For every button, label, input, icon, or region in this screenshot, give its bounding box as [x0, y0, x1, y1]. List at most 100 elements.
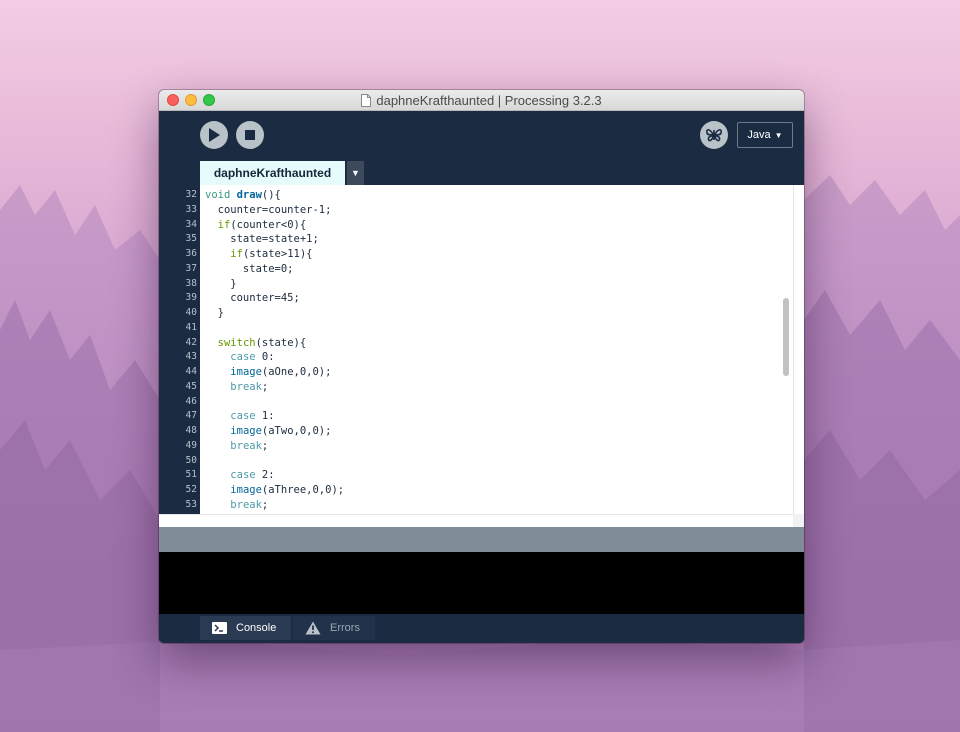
- debug-button[interactable]: [700, 121, 728, 149]
- tab-console[interactable]: Console: [200, 616, 291, 640]
- code-token: (aOne,0,0);: [261, 366, 332, 378]
- line-number-gutter: 32 33 34 35 36 37 38 39 40 41 42 43 44 45 46 47 48 49 50 51…: [159, 185, 200, 514]
- code-token: ;: [261, 439, 269, 452]
- line-number: 36: [185, 248, 197, 259]
- line-number: 51: [185, 469, 197, 481]
- editor-console-divider[interactable]: [159, 527, 804, 552]
- tab-menu-button[interactable]: ▼: [347, 161, 364, 185]
- line-number: 44: [185, 366, 197, 377]
- code-line: state=0;: [200, 262, 793, 277]
- code-line: }: [200, 306, 793, 321]
- code-text-area[interactable]: void draw(){ counter=counter-1; if(count…: [200, 185, 793, 514]
- code-line: }: [200, 277, 793, 292]
- line-number: 52: [185, 484, 197, 495]
- code-line: void draw(){: [200, 188, 793, 203]
- line-number: 40: [185, 307, 197, 318]
- code-token: (counter<0){: [230, 218, 307, 231]
- line-number: 35: [185, 233, 197, 245]
- line-number: 46: [185, 395, 197, 407]
- code-token: image: [230, 484, 262, 496]
- line-number: 48: [185, 425, 197, 436]
- code-line: case 0:: [200, 350, 793, 365]
- vertical-scrollbar-thumb[interactable]: [783, 298, 789, 376]
- processing-window: daphneKrafthaunted | Processing 3.2.3 Ja…: [159, 90, 804, 643]
- butterfly-icon: [706, 128, 722, 142]
- code-token: }: [205, 307, 224, 319]
- stop-icon: [245, 130, 255, 140]
- code-line: image(aOne,0,0);: [200, 365, 793, 380]
- code-line: image(aTwo,0,0);: [200, 424, 793, 439]
- run-button[interactable]: [200, 121, 228, 149]
- code-token: switch: [217, 336, 256, 349]
- tab-daphnekrafthaunted[interactable]: daphneKrafthaunted: [200, 161, 345, 185]
- tab-errors[interactable]: Errors: [293, 616, 375, 640]
- code-token: case: [230, 351, 256, 364]
- chevron-down-icon: ▼: [351, 168, 360, 178]
- code-line: switch(state){: [200, 336, 793, 351]
- mode-selector[interactable]: Java ▼: [737, 122, 793, 148]
- footer-tab-bar: Console Errors: [159, 614, 804, 643]
- line-number: 53: [185, 498, 197, 510]
- line-number: 38: [185, 277, 197, 289]
- code-line: counter=counter-1;: [200, 203, 793, 218]
- code-token: counter=counter-1;: [205, 203, 332, 216]
- code-line: state=state+1;: [200, 232, 793, 247]
- code-token: break: [230, 498, 262, 511]
- window-title: daphneKrafthaunted | Processing 3.2.3: [376, 93, 602, 108]
- horizontal-scrollbar[interactable]: [159, 514, 793, 527]
- code-line: if(state>11){: [200, 247, 793, 262]
- errors-tab-label: Errors: [330, 622, 360, 634]
- code-token: ;: [261, 498, 269, 511]
- line-number: 45: [185, 380, 197, 392]
- toolbar: Java ▼: [159, 111, 804, 161]
- title-bar[interactable]: daphneKrafthaunted | Processing 3.2.3: [159, 90, 804, 111]
- vertical-scrollbar[interactable]: [793, 185, 804, 514]
- code-line: counter=45;: [200, 291, 793, 306]
- document-icon: [361, 94, 372, 107]
- code-token: state=state+1;: [205, 233, 319, 246]
- code-token: (){: [261, 189, 281, 201]
- line-number: 39: [185, 292, 197, 304]
- console-tab-label: Console: [236, 622, 277, 634]
- code-line: break;: [200, 439, 793, 454]
- console-output[interactable]: [159, 552, 804, 614]
- line-number: 43: [185, 351, 197, 363]
- line-number: 41: [185, 321, 197, 333]
- line-number: 33: [185, 203, 197, 215]
- code-line: break;: [200, 380, 793, 395]
- line-number: 42: [185, 336, 197, 348]
- mode-label: Java: [747, 129, 771, 141]
- line-number: 50: [185, 454, 197, 466]
- code-token: counter=45;: [205, 292, 300, 305]
- line-number: 34: [185, 218, 197, 230]
- code-token: image: [230, 425, 262, 437]
- code-line: if(counter<0){: [200, 218, 793, 233]
- code-token: if: [230, 248, 243, 260]
- code-token: state=0;: [205, 262, 294, 275]
- stop-button[interactable]: [236, 121, 264, 149]
- tab-label: daphneKrafthaunted: [213, 166, 332, 180]
- code-token: case: [230, 469, 256, 482]
- code-token: (aTwo,0,0);: [261, 425, 332, 437]
- code-token: 1:: [255, 410, 275, 423]
- chevron-down-icon: ▼: [774, 130, 783, 140]
- code-token: }: [205, 277, 237, 290]
- code-token: (aThree,0,0);: [261, 484, 345, 496]
- code-token: (state>11){: [242, 248, 313, 260]
- code-token: 0:: [255, 351, 275, 364]
- code-token: break: [230, 439, 262, 452]
- line-number: 49: [185, 439, 197, 451]
- line-number: 32: [185, 189, 197, 200]
